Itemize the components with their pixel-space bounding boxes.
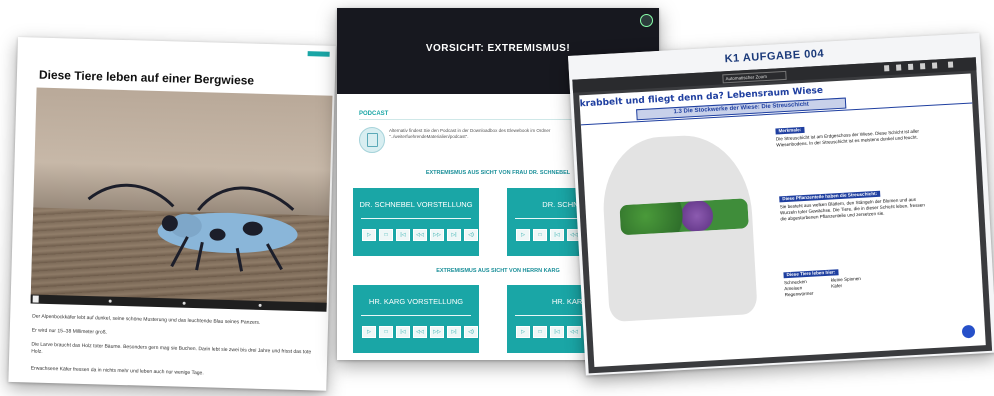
pdf-viewer: Automatischer Zoom krabbelt und fliegt d… bbox=[572, 57, 993, 374]
audio-player: HR. KARG VORSTELLUNG ▷ □ |◁ ◁◁ ▷▷ ▷| ◁) bbox=[353, 285, 479, 353]
skip-end-button[interactable]: ▷| bbox=[447, 326, 461, 338]
stop-button[interactable]: □ bbox=[533, 326, 547, 338]
more-tools-icon[interactable] bbox=[947, 61, 954, 68]
menu-icon[interactable] bbox=[640, 14, 653, 27]
paragraph: Der Alpenbockkäfer lebt auf dunkel, sein… bbox=[32, 313, 261, 326]
play-button[interactable]: ▷ bbox=[362, 326, 376, 338]
skip-start-button[interactable]: |◁ bbox=[396, 229, 410, 241]
volume-button[interactable]: ◁) bbox=[464, 229, 478, 241]
pdf-page: krabbelt und fliegt denn da? Lebensraum … bbox=[579, 73, 986, 368]
zoom-select[interactable]: Automatischer Zoom bbox=[722, 70, 787, 84]
podcast-label: PODCAST bbox=[359, 111, 389, 117]
play-button[interactable]: ▷ bbox=[516, 229, 530, 241]
list-item: Käfer bbox=[830, 283, 843, 289]
audio-title: HR. KARG VORSTELLUNG bbox=[368, 297, 464, 306]
audio-player: DR. SCHNEBEL VORSTELLUNG ▷ □ |◁ ◁◁ ▷▷ ▷|… bbox=[353, 188, 479, 256]
info-box-composition: Diese Pflanzenteile haben die Streuschic… bbox=[779, 188, 930, 222]
info-box-features: Merkmale: Die Streuschicht ist am Erdges… bbox=[775, 120, 926, 148]
accent-bar bbox=[307, 51, 330, 57]
paragraph: Die Larve braucht das Holz toter Bäume. … bbox=[31, 341, 312, 356]
skip-start-button[interactable]: |◁ bbox=[550, 326, 564, 338]
meadow-worksheet-card: K1 AUFGABE 004 Automatischer Zoom krabbe… bbox=[568, 33, 994, 376]
bookmark-icon[interactable] bbox=[931, 62, 938, 69]
stop-button[interactable]: □ bbox=[379, 326, 393, 338]
audio-file-icon bbox=[359, 127, 385, 153]
rewind-button[interactable]: ◁◁ bbox=[567, 326, 581, 338]
download-icon[interactable] bbox=[919, 63, 926, 70]
alpine-longhorn-beetle-image bbox=[87, 183, 298, 272]
audio-title: DR. SCHNEBEL VORSTELLUNG bbox=[359, 200, 473, 209]
skip-start-button[interactable]: |◁ bbox=[396, 326, 410, 338]
rewind-button[interactable]: ◁◁ bbox=[413, 326, 427, 338]
action-button[interactable] bbox=[961, 324, 976, 339]
document-title: Diese Tiere leben auf einer Bergwiese bbox=[38, 67, 255, 88]
stop-button[interactable]: □ bbox=[379, 229, 393, 241]
list-item: Regenwürmer bbox=[784, 290, 814, 298]
page-title: VORSICHT: EXTREMISMUS! bbox=[425, 43, 571, 54]
play-button[interactable]: ▷ bbox=[362, 229, 376, 241]
info-box-heading: Merkmale: bbox=[775, 126, 805, 135]
progress-marker bbox=[108, 299, 112, 303]
paragraph: Erwachsene Käfer fressen da in nichts me… bbox=[30, 365, 204, 377]
progress-knob[interactable] bbox=[32, 295, 39, 303]
beetle-document-card: Diese Tiere leben auf einer Bergwiese De… bbox=[8, 37, 336, 391]
progress-marker bbox=[258, 303, 262, 307]
paragraph: Er wird nur 15–38 Millimeter groß. bbox=[31, 327, 108, 336]
print-icon[interactable] bbox=[907, 63, 914, 71]
fast-forward-button[interactable]: ▷▷ bbox=[430, 229, 444, 241]
open-file-icon[interactable] bbox=[895, 64, 902, 71]
skip-start-button[interactable]: |◁ bbox=[550, 229, 564, 241]
audio-progress[interactable] bbox=[361, 315, 471, 316]
audio-progress[interactable] bbox=[361, 218, 471, 219]
rewind-button[interactable]: ◁◁ bbox=[413, 229, 427, 241]
stop-button[interactable]: □ bbox=[533, 229, 547, 241]
skip-end-button[interactable]: ▷| bbox=[447, 229, 461, 241]
fast-forward-button[interactable]: ▷▷ bbox=[430, 326, 444, 338]
volume-button[interactable]: ◁) bbox=[464, 326, 478, 338]
info-box-animals: Diese Tiere leben hier: Schnecken Ameise… bbox=[783, 264, 934, 298]
beetle-photo bbox=[30, 87, 333, 309]
play-button[interactable]: ▷ bbox=[516, 326, 530, 338]
presentation-icon[interactable] bbox=[884, 65, 890, 72]
progress-marker bbox=[182, 301, 186, 305]
